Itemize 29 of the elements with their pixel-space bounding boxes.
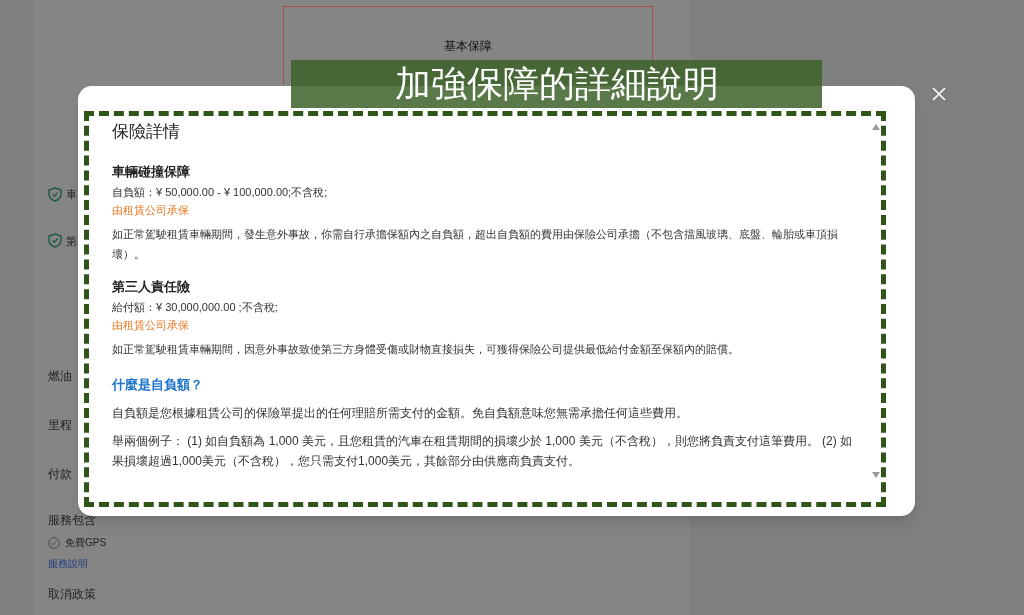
caption-banner: 加強保障的詳細說明	[291, 60, 822, 108]
faq-paragraph: 舉兩個例子： (1) 如自負額為 1,000 美元，且您租賃的汽車在租賃期間的損壞少於 1,000 美元（不含稅），則您將負責支付這筆費用。 (2) 如果損壞超過1,000美元（不含稅），您只需支付1,000美元，其餘部分由供應商負責支付。	[112, 433, 854, 470]
coverage-description: 如正常駕駛租賃車輛期間，因意外事故致使第三方身體受傷或財物直接損失，可獲得保險公司提供最低給付金額至保額內的賠償。	[112, 342, 740, 357]
coverage-amount: 自負額：¥ 50,000.00 - ¥ 100,000.00;不含稅;	[112, 185, 329, 200]
coverage-amount: 給付額：¥ 30,000,000.00 ;不含稅;	[112, 300, 279, 315]
coverage-name: 第三人責任險	[112, 278, 191, 296]
shield-check-icon	[48, 233, 62, 249]
section-title: 服務包含	[48, 512, 96, 529]
shield-check-icon	[48, 186, 62, 202]
row-label: 付款	[48, 466, 72, 483]
close-icon[interactable]	[932, 87, 946, 101]
scroll-down-icon[interactable]	[872, 472, 880, 478]
provider-note: 由租賃公司承保	[112, 203, 190, 218]
row-label: 燃油	[48, 368, 72, 385]
modal-title: 保險詳情	[112, 121, 181, 143]
scroll-up-icon[interactable]	[872, 124, 880, 130]
service-link[interactable]: 服務說明	[48, 556, 88, 571]
coverage-label: 第	[66, 233, 77, 249]
coverage-description: 如正常駕駛租賃車輛期間，發生意外事故，你需自行承擔保額內之自負額，超出自負額的費用由保險公司承擔（不包含擋風玻璃、底盤、輪胎或車頂損壞）。	[112, 227, 839, 262]
check-circle-icon	[48, 536, 60, 549]
plan-header: 基本保障	[444, 38, 492, 55]
service-item: 免費GPS	[65, 536, 107, 550]
section-title: 取消政策	[48, 586, 96, 603]
faq-question: 什麼是自負額？	[112, 376, 204, 394]
provider-note: 由租賃公司承保	[112, 318, 190, 333]
faq-paragraph: 自負額是您根據租賃公司的保險單提出的任何理賠所需支付的金額。免自負額意味您無需承擔任何這些費用。	[112, 405, 689, 422]
coverage-name: 車輛碰撞保障	[112, 163, 191, 181]
row-label: 里程	[48, 417, 72, 434]
coverage-label: 車	[66, 187, 77, 202]
